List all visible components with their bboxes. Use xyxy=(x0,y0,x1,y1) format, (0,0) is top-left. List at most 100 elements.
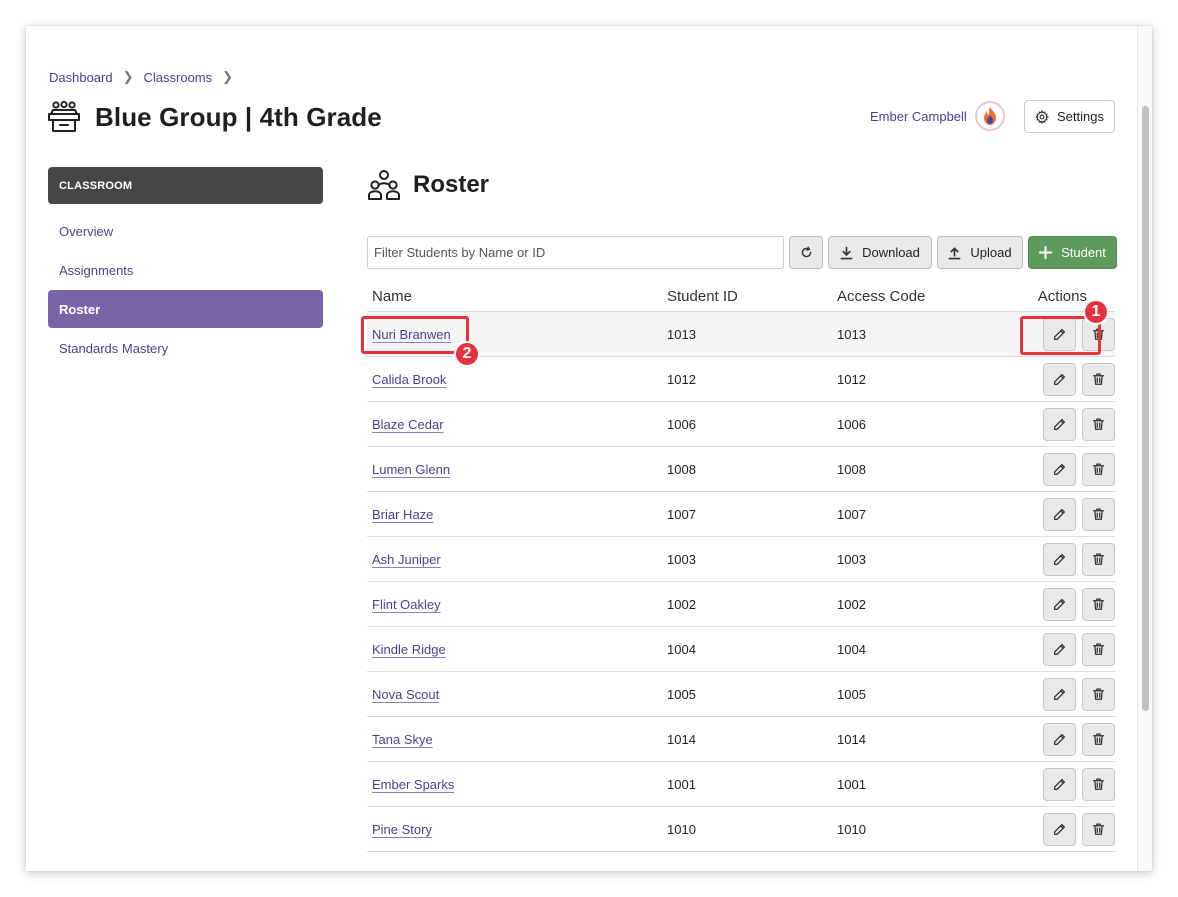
cell-actions xyxy=(1009,677,1115,711)
breadcrumb-dashboard[interactable]: Dashboard xyxy=(49,70,113,85)
edit-student-button[interactable] xyxy=(1043,407,1076,441)
edit-student-button[interactable] xyxy=(1043,452,1076,486)
trash-icon xyxy=(1092,553,1105,565)
cell-access-code: 1006 xyxy=(837,416,866,432)
cell-student-id: 1004 xyxy=(667,641,696,657)
student-name-link[interactable]: Blaze Cedar xyxy=(372,417,444,432)
student-name-link[interactable]: Nova Scout xyxy=(372,687,439,702)
cell-student-id: 1002 xyxy=(667,596,696,612)
trash-icon xyxy=(1092,598,1105,610)
sidebar-item-assignments[interactable]: Assignments xyxy=(48,251,323,289)
column-student-id: Student ID xyxy=(667,288,738,305)
trash-icon xyxy=(1092,373,1105,385)
delete-student-button[interactable] xyxy=(1082,587,1115,621)
app-window: Dashboard ❯ Classrooms ❯ Blue Group | 4t… xyxy=(26,26,1152,871)
cell-name: Kindle Ridge xyxy=(367,642,667,657)
cell-student-id: 1013 xyxy=(667,326,696,342)
delete-student-button[interactable] xyxy=(1082,362,1115,396)
cell-actions xyxy=(1009,407,1115,441)
delete-student-button[interactable] xyxy=(1082,542,1115,576)
roster-title: Roster xyxy=(413,171,490,198)
student-name-link[interactable]: Briar Haze xyxy=(372,507,433,522)
sidebar-item-roster[interactable]: Roster xyxy=(48,290,323,328)
callout-badge-2: 2 xyxy=(454,341,480,367)
breadcrumb-classrooms[interactable]: Classrooms xyxy=(144,70,213,85)
cell-access-code: 1002 xyxy=(837,596,866,612)
classroom-icon xyxy=(48,100,80,132)
cell-student-id: 1008 xyxy=(667,461,696,477)
pencil-icon xyxy=(1053,508,1066,520)
filter-students-input[interactable] xyxy=(367,236,784,269)
table-row: Tana Skye 1014 1014 xyxy=(367,717,1115,762)
sidebar-header: CLASSROOM xyxy=(48,167,323,204)
scrollbar[interactable] xyxy=(1137,26,1152,871)
cell-access-code: 1014 xyxy=(837,731,866,747)
cell-access-code: 1001 xyxy=(837,776,866,792)
cell-actions xyxy=(1009,452,1115,486)
student-name-link[interactable]: Tana Skye xyxy=(372,732,433,747)
edit-student-button[interactable] xyxy=(1043,587,1076,621)
avatar[interactable] xyxy=(974,101,1005,131)
edit-student-button[interactable] xyxy=(1043,632,1076,666)
delete-student-button[interactable] xyxy=(1082,407,1115,441)
trash-icon xyxy=(1092,643,1105,655)
edit-student-button[interactable] xyxy=(1043,677,1076,711)
edit-student-button[interactable] xyxy=(1043,812,1076,846)
trash-icon xyxy=(1092,463,1105,475)
table-header: Name Student ID Access Code Actions xyxy=(367,282,1115,312)
pencil-icon xyxy=(1053,598,1066,610)
pencil-icon xyxy=(1053,373,1066,385)
edit-student-button[interactable] xyxy=(1043,767,1076,801)
add-student-button[interactable]: Student xyxy=(1028,236,1117,269)
cell-name: Briar Haze xyxy=(367,507,667,522)
student-name-link[interactable]: Ash Juniper xyxy=(372,552,441,567)
delete-student-button[interactable] xyxy=(1082,497,1115,531)
sidebar-item-standards-mastery[interactable]: Standards Mastery xyxy=(48,329,323,367)
edit-student-button[interactable] xyxy=(1043,362,1076,396)
delete-student-button[interactable] xyxy=(1082,677,1115,711)
table-row: Nova Scout 1005 1005 xyxy=(367,672,1115,717)
refresh-button[interactable] xyxy=(789,236,823,269)
cell-name: Nova Scout xyxy=(367,687,667,702)
table-row: Lumen Glenn 1008 1008 xyxy=(367,447,1115,492)
cell-name: Pine Story xyxy=(367,822,667,837)
page-title: Blue Group | 4th Grade xyxy=(95,101,382,132)
student-name-link[interactable]: Ember Sparks xyxy=(372,777,454,792)
student-name-link[interactable]: Pine Story xyxy=(372,822,432,837)
user-menu[interactable]: Ember Campbell xyxy=(870,101,1005,131)
scrollbar-thumb[interactable] xyxy=(1142,106,1149,711)
cell-access-code: 1004 xyxy=(837,641,866,657)
flame-icon xyxy=(983,107,996,125)
sidebar-item-overview[interactable]: Overview xyxy=(48,212,323,250)
cell-student-id: 1006 xyxy=(667,416,696,432)
upload-button[interactable]: Upload xyxy=(937,236,1023,269)
cell-name: Lumen Glenn xyxy=(367,462,667,477)
user-name[interactable]: Ember Campbell xyxy=(870,109,967,124)
student-name-link[interactable]: Calida Brook xyxy=(372,372,446,387)
cell-student-id: 1007 xyxy=(667,506,696,522)
delete-student-button[interactable] xyxy=(1082,452,1115,486)
delete-student-button[interactable] xyxy=(1082,812,1115,846)
download-button[interactable]: Download xyxy=(828,236,932,269)
pencil-icon xyxy=(1053,688,1066,700)
cell-name: Ember Sparks xyxy=(367,777,667,792)
download-label: Download xyxy=(862,245,920,260)
cell-actions xyxy=(1009,767,1115,801)
refresh-icon xyxy=(801,246,811,258)
edit-student-button[interactable] xyxy=(1043,542,1076,576)
column-name: Name xyxy=(372,288,413,305)
cell-access-code: 1012 xyxy=(837,371,866,387)
student-name-link[interactable]: Flint Oakley xyxy=(372,597,441,612)
student-name-link[interactable]: Kindle Ridge xyxy=(372,642,446,657)
edit-student-button[interactable] xyxy=(1043,722,1076,756)
cell-access-code: 1005 xyxy=(837,686,866,702)
delete-student-button[interactable] xyxy=(1082,722,1115,756)
upload-icon xyxy=(948,247,961,259)
student-name-link[interactable]: Lumen Glenn xyxy=(372,462,450,477)
settings-button[interactable]: Settings xyxy=(1024,100,1115,133)
cell-student-id: 1003 xyxy=(667,551,696,567)
delete-student-button[interactable] xyxy=(1082,632,1115,666)
edit-student-button[interactable] xyxy=(1043,497,1076,531)
cell-name: Tana Skye xyxy=(367,732,667,747)
delete-student-button[interactable] xyxy=(1082,767,1115,801)
